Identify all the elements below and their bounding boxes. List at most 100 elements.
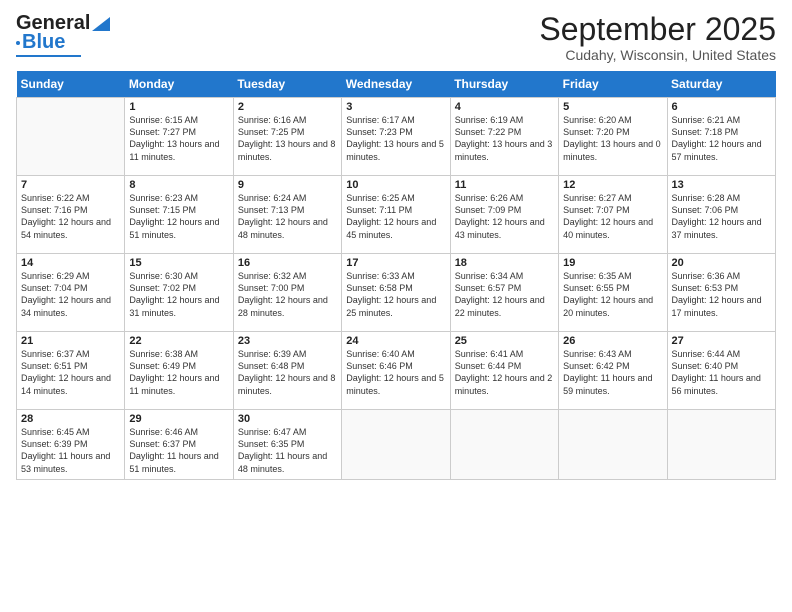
cell-info: Sunrise: 6:29 AMSunset: 7:04 PMDaylight:…	[21, 270, 120, 319]
logo: General Blue	[16, 12, 112, 57]
day-number: 3	[346, 101, 445, 113]
day-number: 6	[672, 101, 771, 113]
week-row-0: 1Sunrise: 6:15 AMSunset: 7:27 PMDaylight…	[17, 98, 776, 176]
day-number: 28	[21, 413, 120, 425]
col-tuesday: Tuesday	[233, 71, 341, 98]
table-row: 21Sunrise: 6:37 AMSunset: 6:51 PMDayligh…	[17, 332, 125, 410]
table-row: 29Sunrise: 6:46 AMSunset: 6:37 PMDayligh…	[125, 410, 233, 480]
table-row	[17, 98, 125, 176]
table-row: 2Sunrise: 6:16 AMSunset: 7:25 PMDaylight…	[233, 98, 341, 176]
cell-info: Sunrise: 6:32 AMSunset: 7:00 PMDaylight:…	[238, 270, 337, 319]
day-number: 4	[455, 101, 554, 113]
col-thursday: Thursday	[450, 71, 558, 98]
cell-info: Sunrise: 6:28 AMSunset: 7:06 PMDaylight:…	[672, 192, 771, 241]
col-monday: Monday	[125, 71, 233, 98]
page-container: General Blue September 2025 Cudahy, Wisc…	[0, 0, 792, 488]
cell-info: Sunrise: 6:19 AMSunset: 7:22 PMDaylight:…	[455, 114, 554, 163]
table-row: 1Sunrise: 6:15 AMSunset: 7:27 PMDaylight…	[125, 98, 233, 176]
cell-info: Sunrise: 6:44 AMSunset: 6:40 PMDaylight:…	[672, 348, 771, 397]
cell-info: Sunrise: 6:27 AMSunset: 7:07 PMDaylight:…	[563, 192, 662, 241]
table-row	[559, 410, 667, 480]
cell-info: Sunrise: 6:30 AMSunset: 7:02 PMDaylight:…	[129, 270, 228, 319]
day-number: 29	[129, 413, 228, 425]
cell-info: Sunrise: 6:21 AMSunset: 7:18 PMDaylight:…	[672, 114, 771, 163]
cell-info: Sunrise: 6:15 AMSunset: 7:27 PMDaylight:…	[129, 114, 228, 163]
table-row: 23Sunrise: 6:39 AMSunset: 6:48 PMDayligh…	[233, 332, 341, 410]
cell-info: Sunrise: 6:41 AMSunset: 6:44 PMDaylight:…	[455, 348, 554, 397]
col-saturday: Saturday	[667, 71, 775, 98]
day-number: 24	[346, 335, 445, 347]
cell-info: Sunrise: 6:16 AMSunset: 7:25 PMDaylight:…	[238, 114, 337, 163]
cell-info: Sunrise: 6:40 AMSunset: 6:46 PMDaylight:…	[346, 348, 445, 397]
calendar-table: Sunday Monday Tuesday Wednesday Thursday…	[16, 71, 776, 480]
day-number: 27	[672, 335, 771, 347]
day-number: 18	[455, 257, 554, 269]
logo-arrow-icon	[90, 15, 112, 33]
day-number: 25	[455, 335, 554, 347]
table-row: 12Sunrise: 6:27 AMSunset: 7:07 PMDayligh…	[559, 176, 667, 254]
day-number: 2	[238, 101, 337, 113]
day-number: 15	[129, 257, 228, 269]
day-number: 12	[563, 179, 662, 191]
table-row: 30Sunrise: 6:47 AMSunset: 6:35 PMDayligh…	[233, 410, 341, 480]
day-number: 20	[672, 257, 771, 269]
cell-info: Sunrise: 6:22 AMSunset: 7:16 PMDaylight:…	[21, 192, 120, 241]
table-row: 17Sunrise: 6:33 AMSunset: 6:58 PMDayligh…	[342, 254, 450, 332]
cell-info: Sunrise: 6:24 AMSunset: 7:13 PMDaylight:…	[238, 192, 337, 241]
table-row	[342, 410, 450, 480]
col-wednesday: Wednesday	[342, 71, 450, 98]
day-number: 13	[672, 179, 771, 191]
table-row: 25Sunrise: 6:41 AMSunset: 6:44 PMDayligh…	[450, 332, 558, 410]
day-number: 1	[129, 101, 228, 113]
header: General Blue September 2025 Cudahy, Wisc…	[16, 12, 776, 63]
day-number: 26	[563, 335, 662, 347]
day-number: 10	[346, 179, 445, 191]
week-row-2: 14Sunrise: 6:29 AMSunset: 7:04 PMDayligh…	[17, 254, 776, 332]
table-row: 9Sunrise: 6:24 AMSunset: 7:13 PMDaylight…	[233, 176, 341, 254]
table-row: 5Sunrise: 6:20 AMSunset: 7:20 PMDaylight…	[559, 98, 667, 176]
cell-info: Sunrise: 6:35 AMSunset: 6:55 PMDaylight:…	[563, 270, 662, 319]
cell-info: Sunrise: 6:26 AMSunset: 7:09 PMDaylight:…	[455, 192, 554, 241]
day-number: 17	[346, 257, 445, 269]
day-number: 30	[238, 413, 337, 425]
day-number: 5	[563, 101, 662, 113]
table-row	[450, 410, 558, 480]
table-row: 19Sunrise: 6:35 AMSunset: 6:55 PMDayligh…	[559, 254, 667, 332]
table-row: 6Sunrise: 6:21 AMSunset: 7:18 PMDaylight…	[667, 98, 775, 176]
cell-info: Sunrise: 6:43 AMSunset: 6:42 PMDaylight:…	[563, 348, 662, 397]
table-row: 3Sunrise: 6:17 AMSunset: 7:23 PMDaylight…	[342, 98, 450, 176]
cell-info: Sunrise: 6:46 AMSunset: 6:37 PMDaylight:…	[129, 426, 228, 475]
day-number: 11	[455, 179, 554, 191]
table-row: 10Sunrise: 6:25 AMSunset: 7:11 PMDayligh…	[342, 176, 450, 254]
table-row: 16Sunrise: 6:32 AMSunset: 7:00 PMDayligh…	[233, 254, 341, 332]
day-number: 16	[238, 257, 337, 269]
day-number: 8	[129, 179, 228, 191]
cell-info: Sunrise: 6:38 AMSunset: 6:49 PMDaylight:…	[129, 348, 228, 397]
table-row: 18Sunrise: 6:34 AMSunset: 6:57 PMDayligh…	[450, 254, 558, 332]
table-row: 22Sunrise: 6:38 AMSunset: 6:49 PMDayligh…	[125, 332, 233, 410]
week-row-1: 7Sunrise: 6:22 AMSunset: 7:16 PMDaylight…	[17, 176, 776, 254]
logo-dot	[16, 41, 20, 45]
table-row: 20Sunrise: 6:36 AMSunset: 6:53 PMDayligh…	[667, 254, 775, 332]
cell-info: Sunrise: 6:36 AMSunset: 6:53 PMDaylight:…	[672, 270, 771, 319]
day-number: 22	[129, 335, 228, 347]
cell-info: Sunrise: 6:25 AMSunset: 7:11 PMDaylight:…	[346, 192, 445, 241]
day-number: 7	[21, 179, 120, 191]
table-row: 7Sunrise: 6:22 AMSunset: 7:16 PMDaylight…	[17, 176, 125, 254]
cell-info: Sunrise: 6:47 AMSunset: 6:35 PMDaylight:…	[238, 426, 337, 475]
table-row: 24Sunrise: 6:40 AMSunset: 6:46 PMDayligh…	[342, 332, 450, 410]
table-row: 15Sunrise: 6:30 AMSunset: 7:02 PMDayligh…	[125, 254, 233, 332]
logo-underline	[16, 55, 81, 57]
cell-info: Sunrise: 6:20 AMSunset: 7:20 PMDaylight:…	[563, 114, 662, 163]
day-number: 19	[563, 257, 662, 269]
day-number: 23	[238, 335, 337, 347]
day-number: 21	[21, 335, 120, 347]
col-friday: Friday	[559, 71, 667, 98]
logo-blue: Blue	[22, 31, 65, 54]
table-row	[667, 410, 775, 480]
title-block: September 2025 Cudahy, Wisconsin, United…	[539, 12, 776, 63]
day-number: 9	[238, 179, 337, 191]
table-row: 11Sunrise: 6:26 AMSunset: 7:09 PMDayligh…	[450, 176, 558, 254]
cell-info: Sunrise: 6:45 AMSunset: 6:39 PMDaylight:…	[21, 426, 120, 475]
table-row: 4Sunrise: 6:19 AMSunset: 7:22 PMDaylight…	[450, 98, 558, 176]
